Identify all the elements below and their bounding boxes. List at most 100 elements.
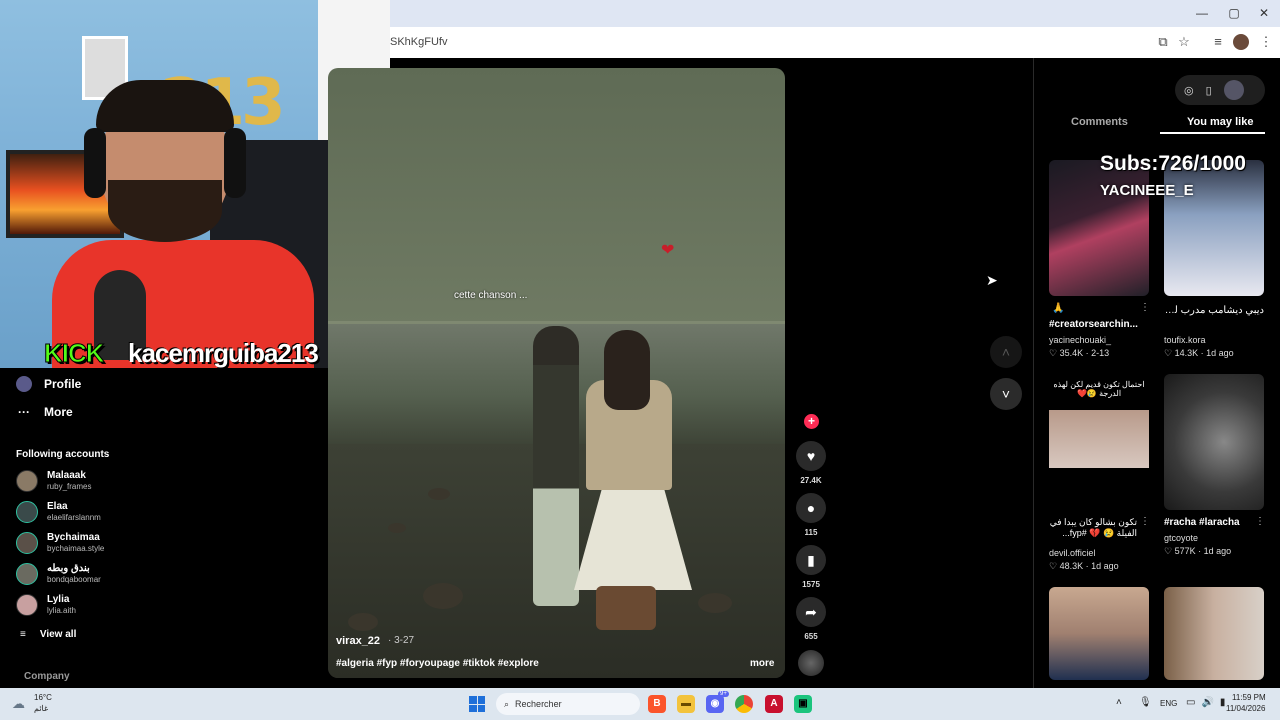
weather-description: غائم — [34, 704, 49, 713]
video-thumbnail[interactable] — [1049, 587, 1149, 680]
cloud-icon[interactable]: ☁ — [12, 696, 25, 712]
nav-profile[interactable]: Profile — [16, 376, 81, 392]
save-button[interactable]: ▮ — [796, 545, 826, 575]
menu-kebab-icon[interactable]: ⋮ — [1258, 34, 1274, 50]
windows-start-icon[interactable] — [469, 696, 485, 712]
profile-avatar-icon[interactable] — [1233, 34, 1249, 50]
video-thumbnail[interactable] — [1164, 587, 1264, 680]
video-thumbnail[interactable] — [1164, 374, 1264, 510]
phone-icon[interactable]: ▯ — [1206, 84, 1212, 97]
heart-icon: ♥ — [806, 448, 816, 464]
view-all-link[interactable]: ≡ View all — [20, 629, 76, 640]
card-author[interactable]: devil.officiel — [1049, 548, 1095, 558]
microphone-icon[interactable]: 🎙 — [1139, 697, 1152, 708]
network-icon[interactable]: ▭ — [1186, 697, 1195, 708]
more-dots-icon: ··· — [18, 405, 30, 419]
comment-count: 115 — [804, 528, 818, 537]
file-explorer-icon[interactable]: ▬ — [677, 695, 695, 713]
card-date: 2-13 — [1091, 348, 1110, 358]
card-author[interactable]: toufix.kora — [1164, 335, 1206, 345]
previous-video-button[interactable]: ˄ — [990, 336, 1022, 368]
kick-logo: KICK — [44, 338, 106, 369]
taskbar-search[interactable]: ⌕ Rechercher — [496, 693, 640, 715]
video-thumbnail[interactable]: احتمال تكون قديم لكن لهذه الدرجة 😢❤️ — [1049, 374, 1149, 510]
clock-date[interactable]: 11/04/2026 — [1226, 704, 1265, 713]
headphones-left — [84, 128, 106, 198]
bookmark-icon: ▮ — [807, 551, 815, 568]
video-date: · 3-27 — [388, 635, 415, 646]
more-button[interactable]: more — [750, 658, 774, 669]
following-account[interactable]: Bychaimaa bychaimaa.style — [16, 530, 104, 556]
video-girl — [566, 330, 694, 630]
video-author[interactable]: virax_22 — [336, 635, 380, 647]
card-date: 1d ago — [1203, 546, 1232, 556]
more-dots-icon[interactable]: ⋮ — [1140, 516, 1150, 527]
app-icon[interactable]: ▣ — [794, 695, 812, 713]
language-indicator[interactable]: ENG — [1160, 699, 1177, 708]
media-list-icon[interactable]: ≡ — [1210, 34, 1226, 50]
more-dots-icon[interactable]: ⋮ — [1140, 302, 1150, 313]
nav-more[interactable]: ··· More — [16, 405, 73, 419]
account-name: Lylia — [47, 594, 70, 605]
minimize-icon[interactable]: — — [1192, 6, 1212, 20]
following-account[interactable]: بندق وبطه bondqaboomar — [16, 561, 101, 587]
follow-plus-button[interactable]: + — [804, 414, 819, 429]
avatar — [16, 501, 38, 523]
video-thumbnail[interactable] — [1164, 160, 1264, 296]
video-thumbnail[interactable] — [1049, 160, 1149, 296]
volume-icon[interactable]: 🔊 — [1201, 697, 1213, 708]
rock — [348, 613, 378, 631]
clock-time[interactable]: 11:59 PM — [1232, 693, 1266, 702]
card-likes: 577K — [1174, 546, 1196, 556]
card-title[interactable]: ديبي ديشامب مدرب لريال مدريد 😱 ... — [1164, 305, 1264, 316]
card-likes: 48.3K — [1059, 561, 1084, 571]
card-author[interactable]: yacinechouaki_ — [1049, 335, 1111, 345]
emoji-icon: 🙏 — [1052, 303, 1065, 314]
music-disc-icon[interactable] — [798, 650, 824, 676]
chevron-down-icon: ˅ — [1001, 386, 1011, 402]
following-account[interactable]: Malaaak ruby_frames — [16, 468, 91, 494]
chevron-up-icon[interactable]: ˄ — [1116, 697, 1122, 708]
tab-you-may-like[interactable]: You may like — [1187, 116, 1253, 128]
like-button[interactable]: ♥ — [796, 441, 826, 471]
account-handle: elaelifarslannm — [47, 513, 101, 522]
following-account[interactable]: Lylia lylia.aith — [16, 592, 76, 618]
weather-temperature[interactable]: 16°C — [34, 693, 52, 702]
chrome-icon[interactable] — [735, 695, 753, 713]
brave-browser-icon[interactable]: B — [648, 695, 666, 713]
card-stats: ♡ 14.3K · 1d ago — [1164, 348, 1234, 358]
card-title[interactable]: #creatorsearchin... — [1049, 319, 1149, 330]
tab-comments[interactable]: Comments — [1071, 116, 1128, 128]
video-player[interactable]: cette chanson ... ❤ virax_22 · 3-27 #alg… — [328, 68, 785, 678]
comment-icon: ● — [806, 500, 816, 516]
battery-icon[interactable]: ▮ — [1220, 697, 1226, 708]
compass-icon[interactable]: ◎ — [1184, 84, 1194, 97]
adobe-app-icon[interactable]: A — [765, 695, 783, 713]
mouse-cursor-icon: ➤ — [986, 272, 998, 288]
video-hashtags[interactable]: #algeria #fyp #foryoupage #tiktok #explo… — [336, 658, 539, 669]
card-author[interactable]: gtcoyote — [1164, 533, 1198, 543]
share-button[interactable]: ➦ — [796, 597, 826, 627]
nav-profile-label: Profile — [44, 377, 82, 391]
avatar — [16, 594, 38, 616]
discord-icon[interactable]: ◉ — [706, 695, 724, 713]
avatar[interactable] — [1223, 80, 1244, 100]
account-handle: bychaimaa.style — [47, 544, 105, 553]
comment-button[interactable]: ● — [796, 493, 826, 523]
following-account[interactable]: Elaa elaelifarslannm — [16, 499, 101, 525]
next-video-button[interactable]: ˅ — [990, 378, 1022, 410]
following-accounts-title: Following accounts — [16, 449, 110, 460]
like-count: 27.4K — [800, 476, 822, 485]
video-caption: cette chanson ... — [454, 290, 528, 301]
url-text[interactable]: SKhKgFUfv — [390, 36, 447, 48]
install-icon[interactable]: ⧉ — [1155, 34, 1171, 50]
card-date: 1d ago — [1206, 348, 1234, 358]
company-section-title[interactable]: Company — [24, 671, 70, 682]
card-title[interactable]: تكون بشالو كان يبدا في الفيلة 😢 💔 #fyp..… — [1049, 517, 1137, 543]
maximize-icon[interactable]: ▢ — [1224, 6, 1244, 20]
avatar — [16, 563, 38, 585]
card-title[interactable]: #racha #laracha — [1164, 517, 1264, 528]
bookmark-star-icon[interactable]: ☆ — [1176, 34, 1192, 50]
close-icon[interactable]: ✕ — [1254, 6, 1274, 20]
headphones-right — [224, 128, 246, 198]
